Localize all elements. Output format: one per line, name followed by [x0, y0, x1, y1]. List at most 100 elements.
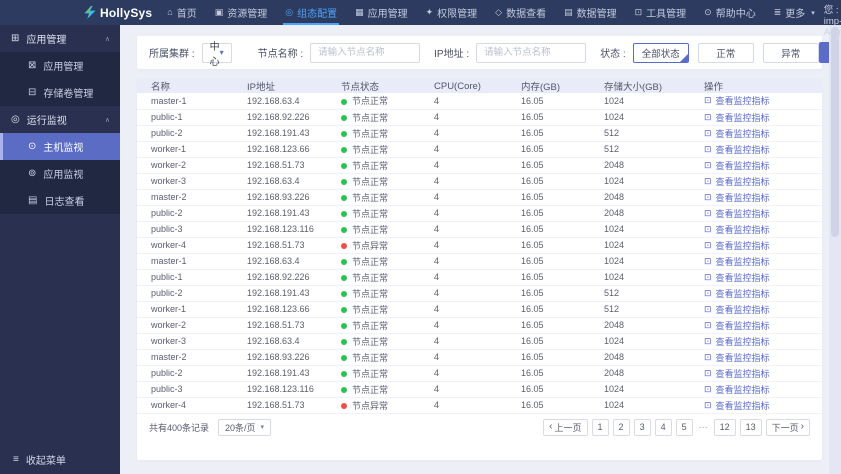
ip-cell: 192.168.51.73: [233, 397, 327, 414]
sidebar-item-log-view[interactable]: ▤ 日志查看: [0, 187, 120, 214]
sidebar-group-run-monitor-group[interactable]: ◎ 运行监视 ∧: [0, 106, 120, 133]
view-metrics-link[interactable]: ⊡ 查看监控指标: [704, 287, 770, 300]
view-metrics-link[interactable]: ⊡ 查看监控指标: [704, 223, 770, 236]
view-metrics-link[interactable]: ⊡ 查看监控指标: [704, 207, 770, 220]
cluster-select[interactable]: 中心 ▾: [201, 42, 232, 68]
hamburger-icon: ≡: [13, 453, 19, 465]
page-button-13[interactable]: 13: [739, 418, 762, 436]
sidebar-group-label: 应用管理: [26, 35, 67, 46]
ip-cell: 192.168.123.66: [233, 141, 327, 158]
view-metrics-link[interactable]: ⊡ 查看监控指标: [704, 335, 770, 348]
monitor-icon: ⊡: [704, 143, 712, 154]
next-page-button[interactable]: 下一页 ›: [765, 418, 810, 436]
host-monitor-icon: ⊙: [28, 141, 37, 152]
sidebar-item-label: 日志查看: [44, 197, 85, 208]
cpu-cell: 4: [420, 349, 507, 366]
view-metrics-link[interactable]: ⊡ 查看监控指标: [704, 399, 770, 412]
top-nav-item-resource[interactable]: ▣ 资源管理: [206, 0, 277, 25]
column-header: 名称: [137, 79, 233, 93]
status-option-abnormal[interactable]: 异常: [762, 42, 819, 63]
action-cell: ⊡ 查看监控指标: [690, 381, 822, 398]
view-metrics-link[interactable]: ⊡ 查看监控指标: [704, 239, 770, 252]
page-button-1[interactable]: 1: [591, 418, 609, 436]
name-cell: public-3: [137, 221, 233, 238]
config-icon: ◎: [285, 7, 294, 17]
table-row: worker-3 192.168.63.4 节点正常 4 16.05 1024 ⊡ 查看监控指…: [137, 333, 822, 350]
status-option-all[interactable]: 全部状态: [632, 42, 689, 63]
node-name-input[interactable]: [310, 42, 421, 63]
page-button-12[interactable]: 12: [713, 418, 736, 436]
view-metrics-link[interactable]: ⊡ 查看监控指标: [704, 255, 770, 268]
name-cell: worker-2: [137, 317, 233, 334]
sidebar-group-label: 运行监视: [26, 116, 67, 127]
top-nav-item-label: 帮助中心: [715, 9, 756, 20]
name-cell: public-1: [137, 109, 233, 126]
view-metrics-link[interactable]: ⊡ 查看监控指标: [704, 143, 770, 156]
monitor-icon: ⊡: [704, 287, 712, 298]
view-metrics-link[interactable]: ⊡ 查看监控指标: [704, 303, 770, 316]
status-option-normal[interactable]: 正常: [697, 42, 754, 63]
table-row: master-1 192.168.63.4 节点正常 4 16.05 1024 ⊡ 查看监控指…: [137, 253, 822, 270]
top-nav-item-home[interactable]: ⌂ 首页: [158, 0, 205, 25]
table-row: worker-3 192.168.63.4 节点正常 4 16.05 1024 ⊡ 查看监控指…: [137, 173, 822, 190]
view-metrics-link[interactable]: ⊡ 查看监控指标: [704, 271, 770, 284]
view-metrics-link[interactable]: ⊡ 查看监控指标: [704, 94, 770, 107]
storage-cell: 1024: [590, 381, 690, 398]
view-metrics-link[interactable]: ⊡ 查看监控指标: [704, 191, 770, 204]
status-cell: 节点正常: [327, 157, 420, 174]
cpu-cell: 4: [420, 205, 507, 222]
memory-cell: 16.05: [507, 141, 590, 158]
status-dot: [341, 339, 347, 346]
view-metrics-link[interactable]: ⊡ 查看监控指标: [704, 159, 770, 172]
sidebar-item-app-monitor[interactable]: ⊚ 应用监视: [0, 160, 120, 187]
view-metrics-label: 查看监控指标: [715, 128, 770, 139]
top-nav-item-permission[interactable]: ✦ 权限管理: [417, 0, 487, 25]
view-metrics-link[interactable]: ⊡ 查看监控指标: [704, 383, 770, 396]
view-metrics-link[interactable]: ⊡ 查看监控指标: [704, 367, 770, 380]
pagination-ellipsis: ···: [698, 422, 708, 432]
memory-cell: 16.05: [507, 269, 590, 286]
sidebar-group-app-manage-group[interactable]: ⊞ 应用管理 ∧: [0, 25, 120, 52]
page-button-5[interactable]: 5: [675, 418, 693, 436]
action-cell: ⊡ 查看监控指标: [690, 269, 822, 286]
brand-logo[interactable]: HollySys: [84, 6, 152, 20]
scrollbar-thumb[interactable]: [831, 27, 839, 237]
view-metrics-link[interactable]: ⊡ 查看监控指标: [704, 351, 770, 364]
name-cell: master-2: [137, 349, 233, 366]
prev-page-button[interactable]: ‹ 上一页: [543, 418, 588, 436]
ip-cell: 192.168.63.4: [233, 173, 327, 190]
status-dot: [341, 259, 347, 266]
top-nav-item-config[interactable]: ◎ 组态配置: [276, 0, 346, 25]
vertical-scrollbar[interactable]: [829, 25, 841, 474]
view-metrics-label: 查看监控指标: [715, 256, 770, 267]
view-metrics-link[interactable]: ⊡ 查看监控指标: [704, 127, 770, 140]
view-metrics-link[interactable]: ⊡ 查看监控指标: [704, 319, 770, 332]
page-size-select[interactable]: 20条/页 ▾: [218, 418, 272, 436]
view-metrics-label: 查看监控指标: [715, 160, 770, 171]
page-button-3[interactable]: 3: [633, 418, 651, 436]
top-nav-item-data-manage[interactable]: ▤ 数据管理: [555, 0, 626, 25]
column-header: 操作: [690, 79, 822, 93]
sidebar-item-storage-volume[interactable]: ⊟ 存储卷管理: [0, 79, 120, 106]
collapse-menu-button[interactable]: ≡ 收起菜单: [0, 444, 120, 474]
view-metrics-link[interactable]: ⊡ 查看监控指标: [704, 111, 770, 124]
view-metrics-link[interactable]: ⊡ 查看监控指标: [704, 175, 770, 188]
caret-down-icon: ▾: [219, 48, 224, 57]
top-nav-item-help[interactable]: ⊙ 帮助中心: [695, 0, 765, 25]
sidebar-item-app-manage[interactable]: ⊠ 应用管理: [0, 52, 120, 79]
status-cell: 节点正常: [327, 141, 420, 158]
ip-input[interactable]: [476, 42, 587, 63]
monitor-group-icon: ◎: [11, 114, 20, 125]
cpu-cell: 4: [420, 317, 507, 334]
sidebar-item-host-monitor[interactable]: ⊙ 主机监视: [0, 133, 120, 160]
page-button-2[interactable]: 2: [612, 418, 630, 436]
top-nav-item-tool[interactable]: ⊡ 工具管理: [626, 0, 696, 25]
top-nav-item-app[interactable]: ▦ 应用管理: [346, 0, 417, 25]
status-cell: 节点正常: [327, 333, 420, 350]
monitor-icon: ⊡: [704, 175, 712, 186]
page-button-4[interactable]: 4: [654, 418, 672, 436]
top-nav-item-data-view[interactable]: ◇ 数据查看: [486, 0, 555, 25]
top-nav-item-more[interactable]: ≣ 更多 ▾: [765, 0, 824, 25]
name-cell: worker-3: [137, 173, 233, 190]
ip-cell: 192.168.123.116: [233, 221, 327, 238]
